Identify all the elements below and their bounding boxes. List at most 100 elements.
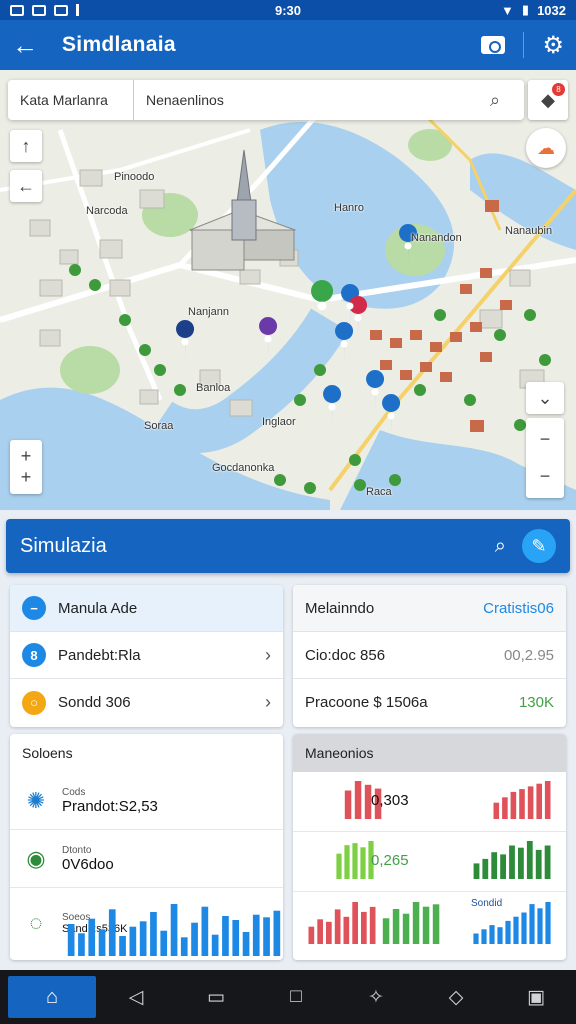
status-bar: 9:30 ▼ ▮ 1032 [0, 0, 576, 20]
star-burst-icon: ✺ [26, 787, 46, 813]
diamond-nav-icon[interactable]: ◇ [416, 986, 496, 1009]
home-button[interactable]: ⌂ [8, 976, 96, 1018]
map-view[interactable]: Pinoodo Narcoda Nanjann Hanro Nanandon N… [0, 70, 576, 510]
map-label: Narcoda [86, 205, 128, 217]
zoom-control-right[interactable]: − − [526, 418, 564, 498]
chart-bar [509, 845, 515, 879]
chart-bar [336, 853, 342, 879]
leaf-circle-icon: ◉ [26, 845, 46, 871]
pencil-icon: ✎ [531, 535, 547, 556]
chart-bar [500, 854, 506, 879]
map-search-bar[interactable]: Kata Marlanra Nenaenlinos ⌕ [8, 80, 524, 120]
star-nav-icon[interactable]: ✧ [336, 986, 416, 1009]
edit-button[interactable]: ✎ [522, 529, 556, 563]
map-label: Nanandon [411, 232, 462, 244]
mini-bar-chart [382, 902, 440, 944]
search-input[interactable]: Nenaenlinos [134, 92, 490, 108]
square-nav-icon[interactable]: □ [256, 986, 336, 1008]
zoom-out-icon[interactable]: + [21, 467, 32, 488]
metric-label: Cio:doc 856 [305, 646, 386, 664]
location-field[interactable]: Kata Marlanra [8, 80, 134, 120]
zoom-in-icon[interactable]: + [21, 446, 32, 467]
monitor-item[interactable]: 0,303 [293, 772, 566, 832]
layers-button[interactable]: ◆ 8 [528, 80, 568, 120]
zoom-minus-icon[interactable]: − [540, 466, 551, 487]
metrics-header-label: Melainndo [305, 599, 375, 617]
map-label: Inglaor [262, 416, 296, 428]
chart-bar [242, 932, 250, 956]
divider [523, 32, 525, 58]
solutions-card: Soloens ✺ Cods Prandot:S2,53 ◉ Dtonto 0V… [10, 734, 283, 960]
monitor-item[interactable]: Sondid [293, 892, 566, 960]
status-time: 9:30 [274, 2, 302, 18]
chart-bar [527, 786, 534, 819]
chart-bar [513, 916, 519, 944]
notification-badge: 8 [552, 83, 565, 96]
chart-bar [481, 929, 487, 944]
search-icon[interactable]: ⌕ [495, 535, 506, 558]
chart-bar [505, 920, 511, 944]
solution-item[interactable]: ◉ Dtonto 0V6doo [10, 830, 283, 888]
ring-icon: ○ [22, 690, 46, 715]
app-bar: ← Simdlanaia ⚙ [0, 20, 576, 70]
chart-bar [88, 918, 96, 956]
weather-button[interactable]: ☁ [526, 128, 566, 168]
chart-bar [273, 910, 281, 956]
chart-bar [108, 909, 116, 956]
camera-icon[interactable] [481, 36, 506, 54]
pin-button[interactable]: ↑ [10, 130, 42, 162]
list-item[interactable]: ○ Sondd 306 › [10, 679, 283, 726]
chart-bar [308, 926, 315, 944]
search-icon[interactable]: ⌕ [490, 90, 524, 111]
chart-bar [232, 920, 240, 956]
zoom-minus-icon[interactable]: − [540, 429, 551, 450]
list-item-label: Pandebt:Rla [58, 646, 141, 664]
monitor-item[interactable]: 0,265 [293, 832, 566, 892]
chart-bar [402, 913, 410, 944]
bottom-navigation: ⌂ ◁ ▭ □ ✧ ◇ ▣ [0, 970, 576, 1024]
chart-bar [545, 902, 551, 944]
image-nav-icon[interactable]: ▭ [176, 986, 256, 1009]
chart-bar [361, 911, 367, 944]
chart-bar [529, 904, 535, 944]
chart-bar [78, 933, 85, 956]
mini-bar-chart [473, 841, 551, 879]
chart-bar [535, 849, 542, 879]
chart-bar [344, 790, 352, 819]
compass-icon: ⌄ [537, 387, 553, 408]
gift-nav-icon[interactable]: ▣ [496, 986, 576, 1009]
chart-bar [521, 912, 527, 944]
solution-item[interactable]: ✺ Cods Prandot:S2,53 [10, 772, 283, 830]
chart-bar [334, 909, 341, 944]
chart-bar [343, 916, 350, 944]
solution-caption: Cods [62, 786, 86, 798]
monitor-value: 0,303 [371, 792, 409, 809]
route-icon: 8 [22, 643, 46, 667]
map-label: Soraa [144, 420, 174, 432]
chart-bar [170, 904, 178, 956]
chart-bar [432, 904, 440, 944]
solution-item[interactable]: ◌ Soeos Sandk:s536K [10, 888, 283, 958]
list-item[interactable]: 8 Pandebt:Rla › [10, 632, 283, 679]
metrics-card: Melainndo Cratistis06 Cio:doc 856 00,2.9… [293, 585, 566, 727]
simulation-title: Simulazia [20, 534, 107, 557]
chart-bar [150, 912, 157, 956]
home-icon: ⌂ [45, 985, 59, 1008]
chart-bar [392, 909, 400, 944]
back-nav-icon[interactable]: ◁ [96, 986, 176, 1009]
gear-icon[interactable]: ⚙ [542, 31, 564, 60]
monitor-value: 0,265 [371, 852, 409, 869]
compass-button[interactable]: ⌄ [526, 382, 564, 414]
map-label: Nanaubin [505, 225, 553, 237]
back-arrow-icon[interactable]: ← [12, 32, 52, 58]
pulse-circle-icon: ◌ [29, 910, 43, 935]
map-label: Raca [366, 486, 392, 498]
chart-bar [382, 918, 390, 944]
chart-bar [502, 797, 508, 819]
back-map-button[interactable]: ← [10, 170, 42, 202]
zoom-control-left[interactable]: + + [10, 440, 42, 494]
list-item[interactable]: − Manula Ade [10, 585, 283, 632]
chart-bar [422, 906, 430, 944]
chart-bar [139, 921, 147, 956]
metrics-header-value[interactable]: Cratistis06 [483, 600, 554, 617]
